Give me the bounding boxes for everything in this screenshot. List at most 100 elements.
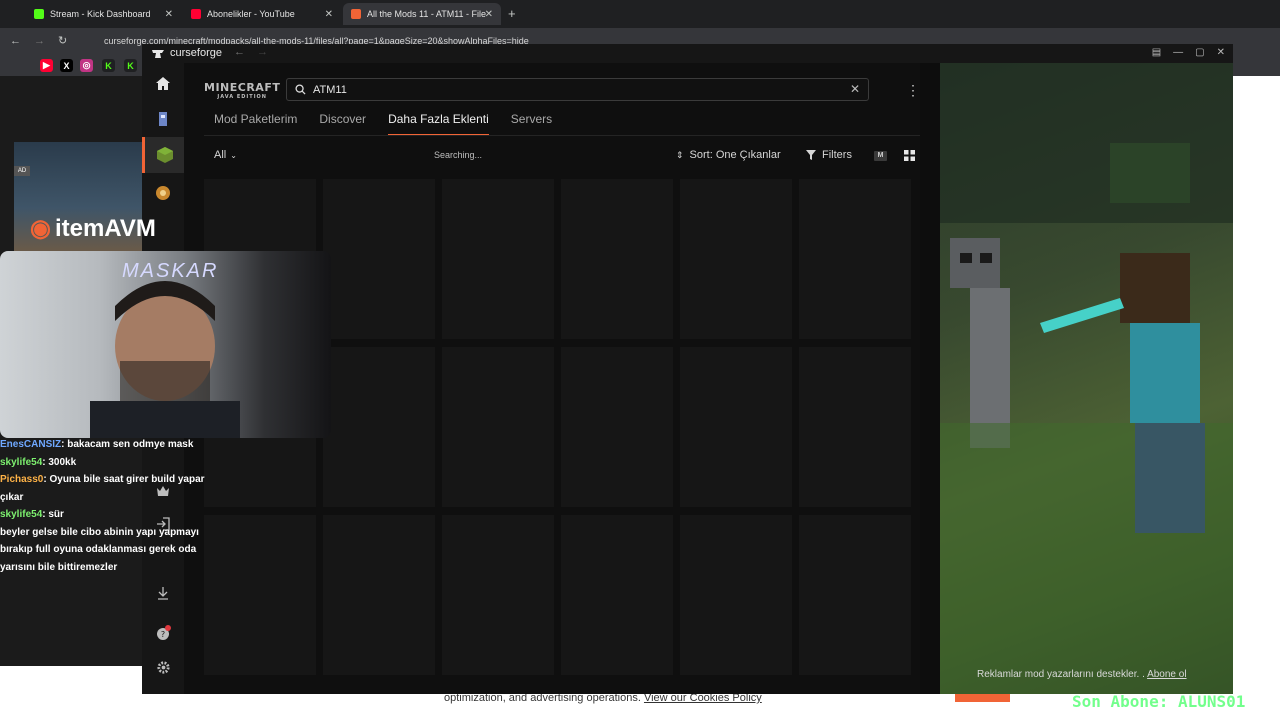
- result-card-placeholder: [799, 179, 911, 339]
- home-icon[interactable]: [142, 65, 184, 101]
- tab-curseforge[interactable]: All the Mods 11 - ATM11 - File ✕: [343, 3, 501, 25]
- result-card-placeholder: [442, 515, 554, 675]
- filter-all-label: All: [214, 149, 227, 161]
- chat-message: beyler gelse bile cibo abinin yapı yapma…: [0, 526, 199, 573]
- ad-image: [940, 63, 1233, 694]
- instagram-icon[interactable]: ◎: [80, 59, 93, 72]
- cf-app-name: curseforge: [170, 47, 222, 59]
- cookie-accept-button[interactable]: [955, 694, 1010, 702]
- webcam-name: MASKAR: [122, 260, 219, 282]
- result-card-placeholder: [799, 515, 911, 675]
- game-icon-2[interactable]: [142, 175, 184, 211]
- tab-mod-paketlerim[interactable]: Mod Paketlerim: [214, 112, 297, 136]
- layout-icon[interactable]: ▤: [1152, 47, 1161, 58]
- youtube-icon: [191, 9, 201, 19]
- search-status: Searching...: [434, 150, 483, 160]
- tab-label: Stream - Kick Dashboard: [50, 9, 151, 19]
- tab-divider: [204, 135, 920, 136]
- tab-label: Abonelikler - YouTube: [207, 9, 295, 19]
- view-compact-button[interactable]: M: [874, 151, 887, 161]
- tab-label: All the Mods 11 - ATM11 - File: [367, 9, 487, 19]
- search-icon: [295, 84, 306, 95]
- sort-dropdown[interactable]: ⇕ Sort: One Çıkanlar: [676, 149, 781, 161]
- result-card-placeholder: [561, 347, 673, 507]
- settings-icon[interactable]: [142, 649, 184, 685]
- clear-search-icon[interactable]: ✕: [850, 82, 860, 96]
- reload-icon[interactable]: ↻: [58, 34, 67, 47]
- search-input[interactable]: [313, 81, 833, 99]
- chat-message: EnesCANSIZ: bakacam sen odmye mask: [0, 439, 194, 450]
- youtube-icon[interactable]: ▶: [40, 59, 53, 72]
- cf-logo: curseforge: [152, 47, 222, 59]
- brand-text: itemAVM: [54, 214, 156, 242]
- ad-badge: AD: [14, 166, 30, 176]
- download-icon[interactable]: [142, 575, 184, 611]
- maximize-icon[interactable]: ▢: [1195, 47, 1204, 58]
- filters-button[interactable]: Filters: [806, 149, 852, 161]
- more-options-icon[interactable]: ⋮: [906, 82, 920, 99]
- result-card-placeholder: [561, 515, 673, 675]
- controller-icon: ◉: [30, 215, 51, 242]
- minecraft-logo[interactable]: MINECRAFT JAVA EDITION: [204, 81, 280, 100]
- game-logo-text: MINECRAFT: [204, 81, 281, 94]
- result-card-placeholder: [204, 515, 316, 675]
- result-card-placeholder: [323, 347, 435, 507]
- chat-message: Pichass0: Oyuna bile saat girer build ya…: [0, 474, 205, 503]
- curseforge-icon: [351, 9, 361, 19]
- cf-tabs: Mod Paketlerim Discover Daha Fazla Eklen…: [214, 112, 574, 136]
- new-tab-button[interactable]: +: [508, 6, 516, 21]
- result-card-placeholder: [323, 179, 435, 339]
- tab-discover[interactable]: Discover: [319, 112, 366, 136]
- tab-kick-dashboard[interactable]: Stream - Kick Dashboard ✕: [26, 3, 181, 25]
- back-icon[interactable]: ←: [234, 46, 245, 58]
- close-icon[interactable]: ✕: [1217, 47, 1225, 58]
- subscribe-link[interactable]: Abone ol: [1147, 669, 1186, 680]
- browser-tab-bar: Stream - Kick Dashboard ✕ Abonelikler - …: [0, 0, 1280, 28]
- result-card-placeholder: [680, 347, 792, 507]
- tab-servers[interactable]: Servers: [511, 112, 552, 136]
- close-icon[interactable]: ✕: [485, 9, 493, 20]
- close-icon[interactable]: ✕: [325, 9, 333, 20]
- sort-label: Sort: One Çıkanlar: [689, 149, 781, 161]
- grid-view-icon[interactable]: [904, 150, 915, 161]
- chevron-down-icon: ⌄: [230, 150, 237, 160]
- tab-youtube[interactable]: Abonelikler - YouTube ✕: [183, 3, 341, 25]
- ad-panel[interactable]: [940, 63, 1233, 694]
- svg-text:?: ?: [161, 630, 165, 639]
- help-icon[interactable]: ?: [142, 615, 184, 651]
- result-card-placeholder: [799, 347, 911, 507]
- brand-logo: ◉ itemAVM: [30, 214, 156, 243]
- forward-icon[interactable]: →: [34, 35, 45, 47]
- tab-daha-fazla-eklenti[interactable]: Daha Fazla Eklenti: [388, 112, 489, 136]
- result-card-placeholder: [680, 179, 792, 339]
- chat-overlay: EnesCANSIZ: bakacam sen odmye mask skyli…: [0, 436, 212, 576]
- close-icon[interactable]: ✕: [165, 9, 173, 20]
- chat-message: skylife54: sür: [0, 509, 64, 520]
- ad-footer-text: Reklamlar mod yazarlarını destekler. .: [977, 669, 1145, 680]
- kick-icon: [34, 9, 44, 19]
- game-icon[interactable]: [142, 101, 184, 137]
- back-icon[interactable]: ←: [10, 35, 21, 47]
- curseforge-icon: [152, 50, 164, 58]
- result-card-placeholder: [323, 515, 435, 675]
- sub-banner: Son Abone: ALUNS01: [1072, 692, 1246, 711]
- filter-all-dropdown[interactable]: All ⌄: [214, 149, 237, 161]
- sort-icon: ⇕: [676, 149, 684, 160]
- forward-icon[interactable]: →: [257, 46, 268, 58]
- search-box[interactable]: ✕: [286, 78, 869, 101]
- minimize-icon[interactable]: —: [1173, 47, 1183, 58]
- filter-bar: All ⌄ Searching... ⇕ Sort: One Çıkanlar …: [214, 149, 915, 167]
- result-card-placeholder: [442, 179, 554, 339]
- cf-titlebar: curseforge ← → ▤ — ▢ ✕: [142, 44, 1233, 63]
- x-icon[interactable]: X: [60, 59, 73, 72]
- minecraft-icon[interactable]: [142, 137, 184, 173]
- kick-icon[interactable]: K: [102, 59, 115, 72]
- kick-icon[interactable]: K: [124, 59, 137, 72]
- game-logo-subtext: JAVA EDITION: [217, 94, 267, 100]
- filter-icon: [806, 150, 816, 160]
- result-card-placeholder: [561, 179, 673, 339]
- result-card-placeholder: [680, 515, 792, 675]
- chat-message: skylife54: 300kk: [0, 456, 77, 468]
- result-card-placeholder: [442, 347, 554, 507]
- filters-label: Filters: [822, 149, 852, 161]
